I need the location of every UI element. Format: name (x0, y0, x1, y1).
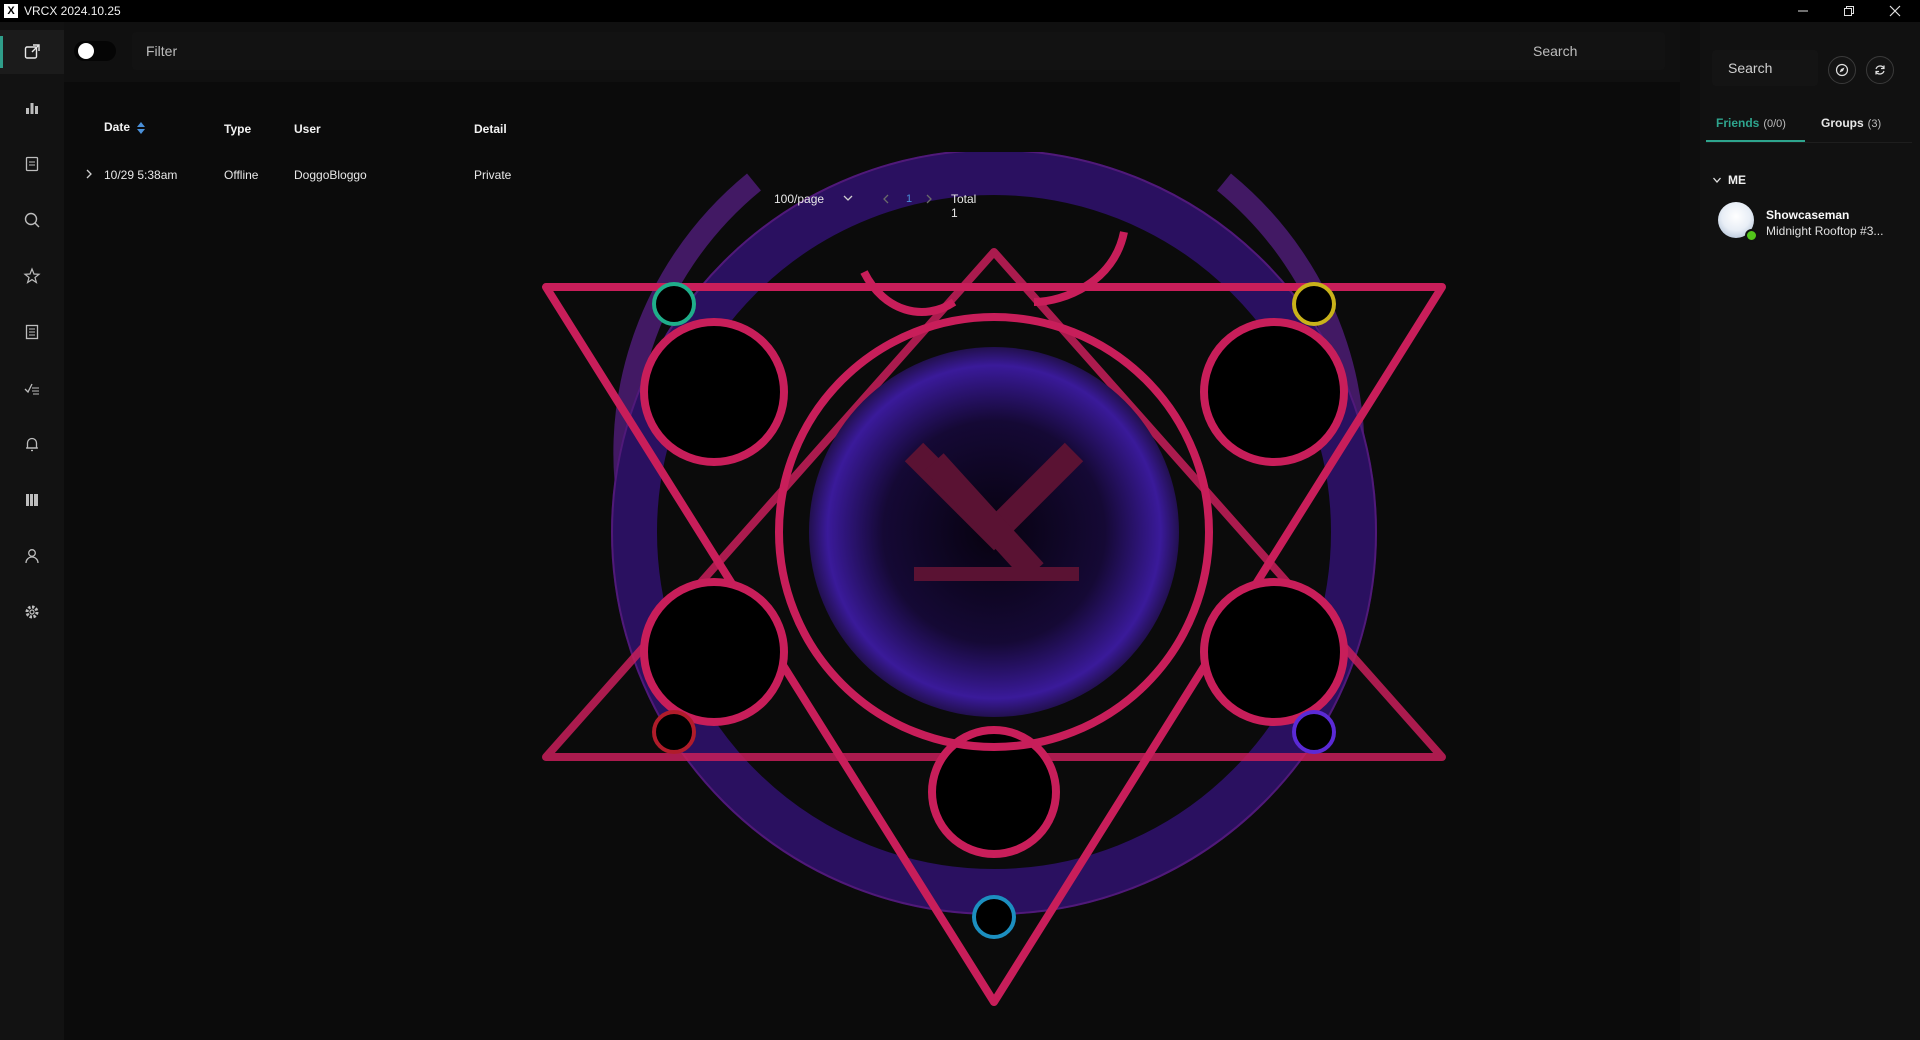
search-input[interactable]: Search (1519, 32, 1665, 70)
window-title: VRCX 2024.10.25 (24, 4, 121, 18)
search-placeholder: Search (1533, 43, 1578, 59)
tab-groups-label: Groups (1821, 116, 1864, 130)
title-bar: X VRCX 2024.10.25 (0, 0, 1920, 22)
library-icon (26, 494, 38, 506)
friend-item-me[interactable]: Showcaseman Midnight Rooftop #3... (1718, 202, 1918, 244)
page-size-select[interactable]: 100/page (774, 192, 824, 206)
moderation-icon (24, 383, 39, 395)
close-icon (1889, 5, 1901, 17)
current-page[interactable]: 1 (906, 193, 912, 205)
nav-item-search[interactable] (0, 198, 64, 242)
row-user[interactable]: DoggoBloggo (294, 168, 367, 182)
friend-name: Showcaseman (1766, 208, 1850, 222)
sort-icon[interactable] (136, 121, 146, 135)
section-me-header[interactable]: ME (1712, 173, 1746, 187)
filter-toggle[interactable] (74, 41, 116, 61)
friend-search-input[interactable]: Search (1712, 50, 1818, 86)
background-emblem (534, 149, 1454, 1032)
nav-item-game-log[interactable] (0, 142, 64, 186)
feed-icon (24, 44, 40, 59)
nav-item-notifications[interactable] (0, 422, 64, 466)
nav-item-favorites[interactable] (0, 254, 64, 298)
column-header-user[interactable]: User (294, 122, 321, 136)
tab-divider (1706, 142, 1912, 143)
chevron-down-icon (1713, 177, 1721, 183)
friend-location: Midnight Rooftop #3... (1766, 224, 1884, 238)
compass-icon (1835, 63, 1849, 77)
column-header-detail[interactable]: Detail (474, 122, 507, 136)
filter-placeholder: Filter (146, 43, 178, 59)
chart-icon (26, 103, 38, 114)
search-icon (24, 212, 40, 228)
nav-item-settings[interactable] (0, 590, 64, 634)
minimize-icon (1798, 10, 1808, 12)
online-status-badge (1745, 229, 1758, 242)
nav-item-profile[interactable] (0, 534, 64, 578)
list-icon (25, 324, 39, 340)
nav-item-friend-log[interactable] (0, 310, 64, 354)
tab-groups-count: (3) (1867, 118, 1882, 130)
gear-icon (25, 605, 39, 619)
feed-toolbar: Filter Search (64, 22, 1680, 82)
filter-select[interactable]: Filter (132, 32, 1574, 70)
restore-button[interactable] (1826, 0, 1872, 22)
toggle-knob (78, 43, 94, 59)
tab-friends-count: (0/0) (1763, 118, 1786, 130)
active-tab-indicator (1706, 140, 1805, 142)
main-content: Filter Search Date Type User Detail 10/2… (64, 22, 1680, 1040)
user-icon (25, 549, 39, 564)
row-date: 10/29 5:38am (104, 168, 178, 182)
nav-item-charts[interactable] (0, 86, 64, 130)
friends-panel: Search Friends (0/0) Groups (3) ME Showcas… (1700, 22, 1920, 1040)
row-type: Offline (224, 168, 259, 182)
column-header-date[interactable]: Date (104, 120, 130, 134)
nav-item-library[interactable] (0, 478, 64, 522)
tab-friends-label: Friends (1716, 116, 1760, 130)
section-me-label: ME (1728, 173, 1746, 187)
refresh-button[interactable] (1866, 56, 1894, 84)
tab-friends[interactable]: Friends (0/0) (1716, 116, 1786, 130)
column-header-type[interactable]: Type (224, 122, 251, 136)
star-icon (23, 267, 41, 284)
chevron-down-icon (843, 195, 853, 201)
total-count: Total 1 (951, 192, 977, 220)
friend-search-placeholder: Search (1728, 60, 1773, 76)
restore-icon (1844, 6, 1854, 16)
tab-groups[interactable]: Groups (3) (1821, 116, 1881, 130)
row-detail: Private (474, 168, 512, 182)
minimize-button[interactable] (1780, 0, 1826, 22)
close-button[interactable] (1872, 0, 1918, 22)
direct-access-button[interactable] (1828, 56, 1856, 84)
chevron-right-icon[interactable] (84, 168, 94, 180)
next-page-icon[interactable] (924, 193, 934, 205)
prev-page-icon[interactable] (881, 193, 891, 205)
document-icon (25, 156, 39, 172)
bell-icon (26, 437, 38, 452)
nav-item-feed[interactable] (0, 30, 64, 74)
nav-item-moderation[interactable] (0, 366, 64, 410)
refresh-icon (1875, 65, 1885, 75)
app-logo-icon: X (4, 4, 18, 18)
sidebar-nav (0, 22, 65, 1040)
